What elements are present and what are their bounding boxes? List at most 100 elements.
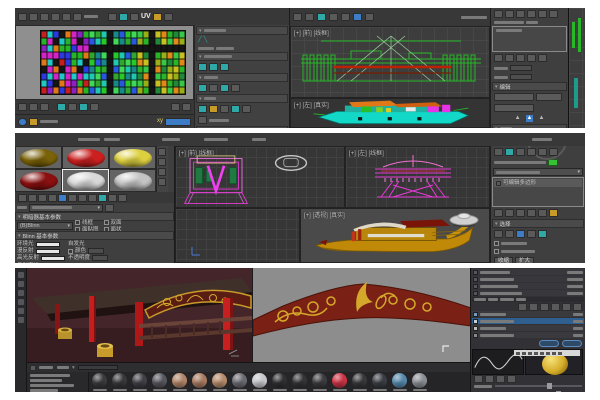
value-spinner[interactable] [510, 74, 532, 80]
edit-button[interactable] [536, 93, 562, 101]
value-spinner[interactable] [510, 65, 532, 71]
slider-track[interactable] [495, 385, 582, 387]
layer-tool-icon[interactable] [562, 303, 571, 311]
stack-item-label[interactable]: 可编辑多边形 [503, 180, 536, 186]
viewport-label[interactable]: [+] [透视] [真实] [304, 210, 345, 219]
uv-element-icon[interactable] [231, 105, 240, 113]
uv-tool-icon[interactable] [171, 103, 180, 111]
shelf-material-item[interactable] [372, 373, 387, 391]
layer-row[interactable] [472, 325, 584, 331]
command-panel-tab[interactable] [549, 10, 558, 18]
material-sample-slot[interactable] [15, 169, 62, 192]
uv-pack-icon[interactable] [198, 63, 207, 71]
main-toolbar-icon[interactable] [365, 13, 374, 21]
material-tool-icon[interactable] [38, 194, 47, 202]
uv-rollout-header[interactable] [196, 52, 288, 61]
layer-tool-icon[interactable] [551, 303, 560, 311]
material-sample-slot[interactable] [109, 169, 156, 192]
texture-set-row[interactable] [472, 276, 584, 282]
align-diagonal2-icon[interactable]: ╲ [204, 37, 208, 44]
material-tool-icon[interactable] [118, 194, 127, 202]
command-panel-tab[interactable] [494, 148, 503, 156]
material-tool-icon[interactable] [28, 194, 37, 202]
viewport-front[interactable]: [+] [前] [线框] [175, 146, 345, 208]
main-toolbar-icon[interactable] [317, 13, 326, 21]
uv-element-icon[interactable] [209, 105, 218, 113]
command-panel-tab[interactable] [538, 148, 547, 156]
stack-tool-icon[interactable] [527, 209, 536, 217]
shelf-material-item[interactable] [232, 373, 247, 391]
display-option-icon[interactable] [474, 375, 483, 383]
shelf-filter-list[interactable] [27, 372, 89, 392]
lock-icon[interactable] [29, 118, 38, 126]
material-tool-icon[interactable] [88, 194, 97, 202]
material-tool-icon[interactable] [68, 194, 77, 202]
backlight-icon[interactable] [158, 158, 166, 166]
selection-mode-icon[interactable] [18, 118, 27, 126]
viewport-shaded-boat[interactable]: [+] [左] [真实] [290, 98, 490, 128]
layer-row[interactable] [472, 332, 584, 338]
main-toolbar-icon[interactable] [353, 13, 362, 21]
command-panel-tab[interactable] [516, 10, 525, 18]
layer-tool-icon[interactable] [529, 303, 538, 311]
stack-tool-icon[interactable] [516, 209, 525, 217]
command-panel-tab[interactable] [527, 148, 536, 156]
uv-toolbar-icon[interactable] [130, 13, 139, 21]
material-tool-icon[interactable] [18, 194, 27, 202]
uv-toolbar-icon[interactable] [108, 13, 117, 21]
uv-arrange-icon[interactable] [231, 84, 240, 92]
texture-set-row[interactable] [472, 283, 584, 289]
blinn-basic-params-rollout[interactable]: Blinn 基本参数 [15, 231, 174, 240]
viewport-sliver[interactable] [568, 8, 585, 128]
shelf-material-item[interactable] [272, 373, 287, 391]
ambient-color-swatch[interactable] [36, 242, 60, 247]
material-sample-slot[interactable] [15, 146, 62, 169]
edit-button[interactable] [494, 93, 534, 101]
stack-tool-icon[interactable] [505, 209, 514, 217]
slider-handle[interactable] [556, 391, 561, 392]
shelf-material-item[interactable] [292, 373, 307, 391]
uv-rollout-header[interactable] [196, 126, 288, 128]
align-diagonal-icon[interactable]: ╱ [198, 37, 202, 44]
material-sample-slot[interactable] [62, 169, 109, 192]
smudge-tool-icon[interactable] [18, 308, 24, 314]
toggle-pill-button[interactable] [562, 340, 582, 347]
uv-toolbar-icon[interactable] [119, 13, 128, 21]
material-sample-slot[interactable] [109, 146, 156, 169]
uv-snap-icon[interactable] [57, 103, 66, 111]
panel-tabs[interactable] [472, 297, 584, 302]
viewport-label[interactable]: [+] [前] [线框] [179, 148, 214, 157]
shelf-material-item[interactable] [152, 373, 167, 391]
viewport-top[interactable] [175, 208, 300, 263]
modifier-stack[interactable]: 可编辑多边形 [492, 177, 584, 207]
display-option-icon[interactable] [507, 375, 516, 383]
selfillum-spinner[interactable] [88, 248, 104, 254]
shrink-button[interactable]: 收缩 [494, 257, 513, 263]
display-option-icon[interactable] [496, 375, 505, 383]
stack-tool-icon[interactable] [538, 54, 547, 62]
uv-snap-icon[interactable] [90, 103, 99, 111]
stack-entry[interactable] [494, 28, 565, 33]
shelf-material-item[interactable] [352, 373, 367, 391]
uv-toolbar-icon[interactable] [153, 13, 162, 21]
material-name-dropdown[interactable]: ▾ [29, 204, 103, 212]
pyramid-icon-selected[interactable]: ▲ [526, 115, 534, 122]
command-panel-tab[interactable] [505, 148, 514, 156]
uv-transform-icon[interactable] [18, 13, 27, 21]
options-icon[interactable] [158, 178, 166, 186]
ignorebackfacing-checkbox[interactable] [494, 249, 499, 254]
command-panel-tab[interactable] [538, 10, 547, 18]
shelf-menu-icon[interactable] [30, 365, 36, 371]
uv-pack-icon[interactable] [220, 63, 229, 71]
modifier-list-dropdown[interactable]: ▾ [493, 168, 583, 176]
shelf-material-item[interactable] [212, 373, 227, 391]
material-tool-icon[interactable] [48, 194, 57, 202]
subobject-level-icon[interactable] [494, 230, 503, 238]
shelf-material-item[interactable] [392, 373, 407, 391]
polygon-fill-icon[interactable] [18, 299, 24, 305]
uv-arrange-icon[interactable] [198, 84, 207, 92]
rollout-selection[interactable]: 选择 [492, 219, 584, 228]
material-sample-slot[interactable] [62, 146, 109, 169]
sample-type-icon[interactable] [158, 148, 166, 156]
material-tool-icon[interactable] [108, 194, 117, 202]
